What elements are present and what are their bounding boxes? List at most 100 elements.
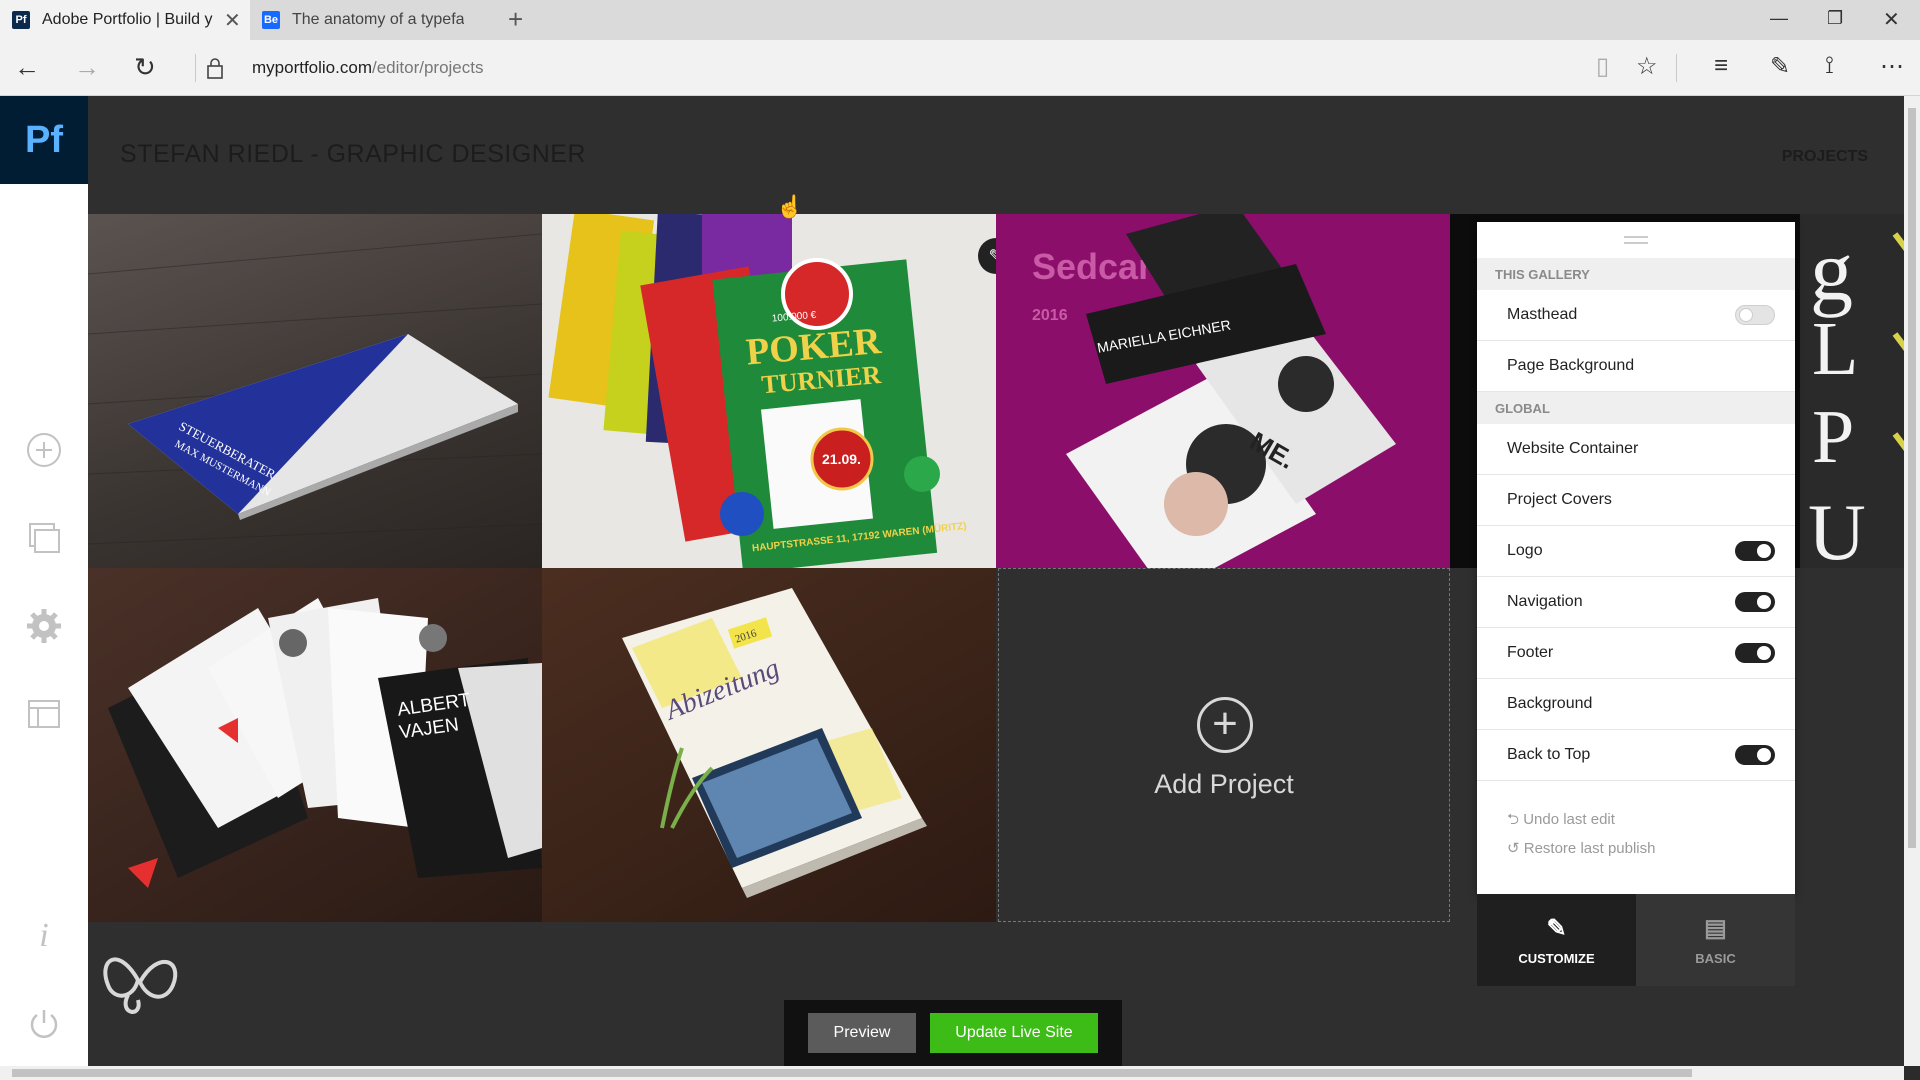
panel-row-navigation[interactable]: Navigation xyxy=(1477,577,1795,628)
brush-icon: ✎ xyxy=(1546,915,1567,942)
project-cover-albert-vajen[interactable]: ALBERT VAJEN xyxy=(88,568,542,922)
nav-projects-link[interactable]: PROJECTS xyxy=(1782,148,1868,166)
url-field[interactable]: myportfolio.com/editor/projects xyxy=(252,58,483,78)
history-icon: ↺ xyxy=(1507,840,1524,857)
type-glyph: P xyxy=(1812,395,1854,479)
reading-view-icon[interactable]: ▯ xyxy=(1596,52,1609,81)
web-note-icon[interactable]: ✎ xyxy=(1770,52,1790,81)
section-global: GLOBAL xyxy=(1477,392,1795,424)
type-glyph: L xyxy=(1812,307,1858,391)
project-cover-sedcards[interactable]: Sedcards 2016 MARIELLA EICHNER ME. xyxy=(996,214,1450,568)
row-label: Back to Top xyxy=(1507,746,1591,763)
undo-last-edit-link[interactable]: ⮌ Undo last edit xyxy=(1507,805,1795,834)
row-label: Masthead xyxy=(1507,306,1578,323)
project-cover-poker-turnier[interactable]: POKER TURNIER 100.000 € 21.09. HAUPTSTRA… xyxy=(542,214,996,568)
navigation-toggle[interactable] xyxy=(1735,592,1775,612)
panel-drag-handle[interactable] xyxy=(1477,222,1795,258)
new-tab-icon[interactable]: + xyxy=(508,4,523,35)
resume-image: ALBERT VAJEN xyxy=(108,598,542,888)
hand-cursor-icon: ☝ xyxy=(776,194,804,219)
restore-window-icon[interactable]: ❐ xyxy=(1827,8,1843,29)
panel-mode-tabs: ✎ CUSTOMIZE ▤ BASIC xyxy=(1477,894,1795,986)
type-glyph: g xyxy=(1810,222,1853,318)
type-glyph: U xyxy=(1808,489,1866,568)
layout-icon[interactable] xyxy=(22,692,66,736)
share-icon[interactable]: ⟟ xyxy=(1825,52,1834,80)
row-label: Project Covers xyxy=(1507,491,1612,508)
panel-row-footer[interactable]: Footer xyxy=(1477,628,1795,679)
minimize-icon[interactable]: — xyxy=(1770,8,1788,29)
section-this-gallery: THIS GALLERY xyxy=(1477,258,1795,290)
url-path: /editor/projects xyxy=(371,58,484,77)
add-icon[interactable] xyxy=(22,428,66,472)
customize-panel: THIS GALLERY Masthead Page Background GL… xyxy=(1477,222,1795,894)
tab-title: The anatomy of a typeface ( xyxy=(292,11,464,28)
forward-icon[interactable]: → xyxy=(74,52,100,83)
tab-adobe-portfolio[interactable]: Pf Adobe Portfolio | Build y ✕ xyxy=(0,0,250,40)
tab-customize[interactable]: ✎ CUSTOMIZE xyxy=(1477,894,1636,986)
divider xyxy=(195,54,196,82)
abizeitung-image: Abizeitung 2016 xyxy=(622,588,927,898)
logo-toggle[interactable] xyxy=(1735,541,1775,561)
poker-flyers-image: POKER TURNIER 100.000 € 21.09. HAUPTSTRA… xyxy=(548,214,967,568)
add-project-plus-icon: + xyxy=(1197,697,1253,753)
portfolio-logo[interactable]: Pf xyxy=(0,96,88,184)
panel-row-background[interactable]: Background xyxy=(1477,679,1795,730)
info-icon[interactable]: i xyxy=(22,914,66,958)
panel-row-project-covers[interactable]: Project Covers xyxy=(1477,475,1795,526)
close-tab-icon[interactable]: ✕ xyxy=(224,8,241,33)
panel-row-logo[interactable]: Logo xyxy=(1477,526,1795,577)
divider xyxy=(1676,54,1677,82)
editor-sidebar: Pf i xyxy=(0,96,88,1066)
business-card-image: STEUERBERATER MAX MUSTERMANN xyxy=(88,233,542,545)
row-label: Navigation xyxy=(1507,593,1583,610)
drag-grip-icon xyxy=(1624,236,1648,244)
tab-basic[interactable]: ▤ BASIC xyxy=(1636,894,1795,986)
row-label: Background xyxy=(1507,695,1593,712)
masthead-toggle[interactable] xyxy=(1735,305,1775,325)
tab-title: Adobe Portfolio | Build y xyxy=(42,11,213,28)
hub-icon[interactable]: ≡ xyxy=(1714,52,1728,80)
address-bar: ← → ↻ myportfolio.com/editor/projects ▯ … xyxy=(0,40,1920,96)
undo-icon: ⮌ xyxy=(1507,811,1524,828)
footer-toggle[interactable] xyxy=(1735,643,1775,663)
restore-label: Restore last publish xyxy=(1523,840,1656,857)
settings-icon[interactable] xyxy=(22,604,66,648)
row-label: Logo xyxy=(1507,542,1543,559)
more-icon[interactable]: ⋯ xyxy=(1880,52,1904,81)
row-label: Page Background xyxy=(1507,357,1635,374)
back-icon[interactable]: ← xyxy=(14,52,40,83)
sedcards-year: 2016 xyxy=(1032,307,1068,324)
power-icon[interactable] xyxy=(22,1002,66,1046)
panel-row-masthead[interactable]: Masthead xyxy=(1477,290,1795,341)
close-window-icon[interactable]: ✕ xyxy=(1883,7,1900,32)
tab-label: CUSTOMIZE xyxy=(1518,951,1595,966)
update-live-site-button[interactable]: Update Live Site xyxy=(930,1013,1098,1053)
panel-row-back-to-top[interactable]: Back to Top xyxy=(1477,730,1795,781)
back-to-top-toggle[interactable] xyxy=(1735,745,1775,765)
favorite-star-icon[interactable]: ☆ xyxy=(1636,52,1658,81)
restore-last-publish-link[interactable]: ↺ Restore last publish xyxy=(1507,834,1795,863)
preview-button[interactable]: Preview xyxy=(808,1013,916,1053)
behance-favicon-icon: Be xyxy=(262,11,280,29)
sedcards-image: Sedcards 2016 MARIELLA EICHNER ME. xyxy=(996,214,1450,568)
panel-row-page-background[interactable]: Page Background xyxy=(1477,341,1795,392)
refresh-icon[interactable]: ↻ xyxy=(134,52,156,83)
add-project-label: Add Project xyxy=(1154,769,1294,799)
site-title[interactable]: STEFAN RIEDL - GRAPHIC DESIGNER xyxy=(120,140,586,169)
project-cover-steuerberater[interactable]: STEUERBERATER MAX MUSTERMANN xyxy=(88,214,542,568)
project-cover-abizeitung[interactable]: Abizeitung 2016 xyxy=(542,568,996,922)
tab-label: BASIC xyxy=(1695,951,1736,966)
vertical-scrollbar[interactable] xyxy=(1904,96,1920,1066)
portfolio-favicon-icon: Pf xyxy=(12,11,30,29)
pages-icon[interactable] xyxy=(22,516,66,560)
browser-tab-bar: Pf Adobe Portfolio | Build y ✕ Be The an… xyxy=(0,0,1920,40)
butterfly-logo-icon xyxy=(103,957,178,1014)
panel-row-website-container[interactable]: Website Container xyxy=(1477,424,1795,475)
add-project-tile[interactable]: + Add Project xyxy=(998,568,1450,922)
layout-basic-icon: ▤ xyxy=(1704,915,1727,942)
row-label: Footer xyxy=(1507,644,1554,661)
horizontal-scrollbar[interactable] xyxy=(0,1066,1904,1080)
tab-behance[interactable]: Be The anatomy of a typeface ( xyxy=(250,0,500,40)
publish-bar: Preview Update Live Site xyxy=(784,1000,1122,1066)
